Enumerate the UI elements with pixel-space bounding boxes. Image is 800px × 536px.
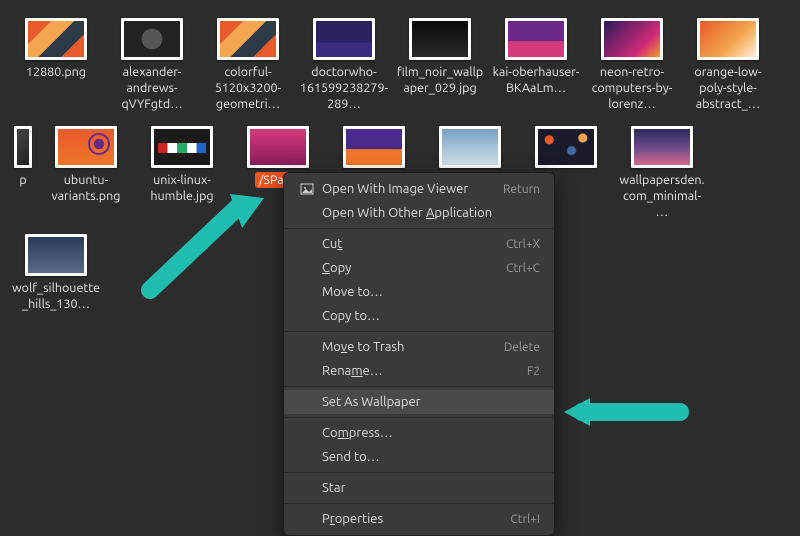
menu-label: Compress… — [322, 426, 540, 440]
thumbnail-icon — [247, 126, 309, 168]
menu-properties[interactable]: PropertiesCtrl+I — [284, 507, 554, 531]
menu-label: Open With Other Application — [322, 206, 540, 220]
file-item[interactable]: film_noir_wallpaper_029.jpg — [392, 18, 488, 112]
menu-separator — [284, 472, 554, 473]
menu-accel: Ctrl+X — [506, 238, 540, 251]
menu-label: Open With Image Viewer — [322, 182, 503, 196]
menu-separator — [284, 228, 554, 229]
menu-accel: Delete — [504, 341, 540, 354]
file-item[interactable]: kai-oberhauser-BKAaLm… — [488, 18, 584, 112]
menu-copy-to[interactable]: Copy to… — [284, 304, 554, 328]
file-item[interactable]: neon-retro-computers-by-lorenz… — [584, 18, 680, 112]
menu-accel: Ctrl+C — [506, 262, 540, 275]
menu-accel: Ctrl+I — [510, 513, 540, 526]
context-menu: Open With Image Viewer Return Open With … — [283, 172, 555, 536]
menu-label: Copy — [322, 261, 506, 275]
file-label: orange-low-poly-style-abstract_… — [683, 64, 773, 112]
file-label: 12880.png — [26, 64, 86, 80]
menu-label: Move to Trash — [322, 340, 504, 354]
menu-move-trash[interactable]: Move to TrashDelete — [284, 335, 554, 359]
file-item[interactable]: orange-low-poly-style-abstract_… — [680, 18, 776, 112]
menu-label: Send to… — [322, 450, 540, 464]
menu-send-to[interactable]: Send to… — [284, 445, 554, 469]
thumbnail-icon — [601, 18, 663, 60]
file-item[interactable]: ubuntu-variants.png — [38, 126, 134, 220]
menu-label: Star — [322, 481, 540, 495]
thumbnail-icon — [409, 18, 471, 60]
thumbnail-icon — [631, 126, 693, 168]
file-label: film_noir_wallpaper_029.jpg — [395, 64, 485, 96]
thumbnail-icon — [697, 18, 759, 60]
thumbnail-icon — [343, 126, 405, 168]
file-label: wallpapersden.com_minimal-… — [617, 172, 707, 220]
menu-compress[interactable]: Compress… — [284, 421, 554, 445]
file-item[interactable]: alexander-andrews-qVYFgtd… — [104, 18, 200, 112]
file-item[interactable]: colorful-5120x3200-geometri… — [200, 18, 296, 112]
thumbnail-icon — [313, 18, 375, 60]
thumbnail-icon — [535, 126, 597, 168]
thumbnail-icon — [25, 234, 87, 276]
menu-label: Move to… — [322, 285, 540, 299]
thumbnail-icon — [121, 18, 183, 60]
file-label: doctorwho-161599238279-289… — [299, 64, 389, 112]
file-label: alexander-andrews-qVYFgtd… — [107, 64, 197, 112]
menu-label: Rename… — [322, 364, 527, 378]
thumbnail-icon — [14, 126, 32, 168]
menu-copy[interactable]: CopyCtrl+C — [284, 256, 554, 280]
menu-separator — [284, 417, 554, 418]
menu-separator — [284, 386, 554, 387]
thumbnail-icon — [439, 126, 501, 168]
menu-separator — [284, 331, 554, 332]
file-label: neon-retro-computers-by-lorenz… — [587, 64, 677, 112]
file-label: colorful-5120x3200-geometri… — [203, 64, 293, 112]
menu-label: Copy to… — [322, 309, 540, 323]
file-label: ubuntu-variants.png — [41, 172, 131, 204]
annotation-arrow-icon — [130, 190, 280, 300]
menu-star[interactable]: Star — [284, 476, 554, 500]
menu-rename[interactable]: Rename…F2 — [284, 359, 554, 383]
annotation-arrow-icon — [560, 390, 690, 430]
thumbnail-icon — [151, 126, 213, 168]
menu-separator — [284, 503, 554, 504]
file-item[interactable]: doctorwho-161599238279-289… — [296, 18, 392, 112]
file-item[interactable]: 12880.png — [8, 18, 104, 112]
thumbnail-icon — [505, 18, 567, 60]
menu-label: Cut — [322, 237, 506, 251]
menu-label: Set As Wallpaper — [322, 395, 540, 409]
file-item[interactable]: wallpapersden.com_minimal-… — [614, 126, 710, 220]
thumbnail-icon — [217, 18, 279, 60]
thumbnail-icon — [25, 18, 87, 60]
file-label: p — [19, 172, 26, 188]
menu-label: Properties — [322, 512, 510, 526]
menu-open-image-viewer[interactable]: Open With Image Viewer Return — [284, 177, 554, 201]
thumbnail-icon — [55, 126, 117, 168]
file-item[interactable]: wolf_silhouette_hills_130… — [8, 234, 104, 312]
menu-accel: Return — [503, 183, 540, 196]
menu-accel: F2 — [527, 365, 540, 378]
menu-move-to[interactable]: Move to… — [284, 280, 554, 304]
file-label: wolf_silhouette_hills_130… — [11, 280, 101, 312]
menu-set-wallpaper[interactable]: Set As Wallpaper — [284, 390, 554, 414]
file-label: kai-oberhauser-BKAaLm… — [491, 64, 581, 96]
menu-open-other-app[interactable]: Open With Other Application — [284, 201, 554, 225]
file-item[interactable]: p — [8, 126, 38, 220]
menu-cut[interactable]: CutCtrl+X — [284, 232, 554, 256]
image-icon — [298, 182, 316, 196]
